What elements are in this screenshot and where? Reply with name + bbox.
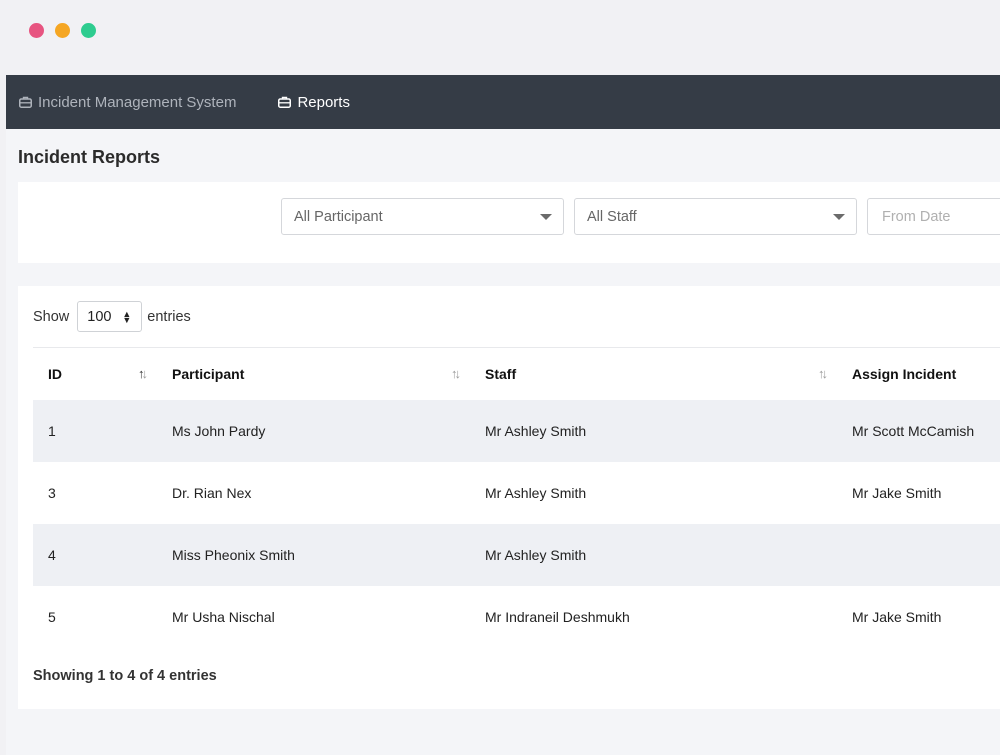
nav-brand-label: Incident Management System — [38, 93, 237, 111]
sort-arrows-icon: ↑↓ — [451, 366, 461, 381]
caret-down-icon — [833, 214, 845, 220]
column-header-staff[interactable]: Staff ↑↓ — [470, 348, 837, 400]
column-header-assign-incident[interactable]: Assign Incident — [837, 348, 1000, 400]
briefcase-icon — [278, 96, 292, 108]
app-window: Incident Management System Reports Incid… — [6, 75, 1000, 755]
cell-participant: Dr. Rian Nex — [172, 484, 252, 501]
cell-staff: Mr Ashley Smith — [485, 484, 587, 501]
table-row[interactable]: 5 Mr Usha Nischal Mr Indraneil Deshmukh … — [33, 586, 1000, 648]
filter-panel: All Participant All Staff — [18, 182, 1000, 263]
cell-participant: Mr Usha Nischal — [172, 608, 275, 625]
top-navbar: Incident Management System Reports — [6, 75, 1000, 129]
table-row[interactable]: 4 Miss Pheonix Smith Mr Ashley Smith — [33, 523, 1000, 586]
window-controls — [29, 23, 96, 38]
window-minimize-button[interactable] — [55, 23, 70, 38]
entries-per-page-select[interactable]: 100 ▲ ▼ — [77, 301, 143, 332]
cell-assign-incident — [837, 524, 1000, 586]
cell-staff: Mr Indraneil Deshmukh — [485, 608, 630, 625]
cell-assign-incident: Mr Jake Smith — [852, 484, 942, 501]
cell-id: 1 — [48, 422, 56, 439]
cell-participant: Ms John Pardy — [172, 422, 266, 439]
cell-assign-incident: Mr Scott McCamish — [852, 422, 975, 439]
reports-table-panel: Show 100 ▲ ▼ entries ID ↑↓ Participant ↑… — [18, 286, 1000, 709]
table-row[interactable]: 1 Ms John Pardy Mr Ashley Smith Mr Scott… — [33, 399, 1000, 462]
sort-arrows-icon: ↑↓ — [138, 366, 148, 381]
participant-filter-value: All Participant — [294, 208, 383, 225]
staff-filter-select[interactable]: All Staff — [574, 198, 857, 235]
column-header-label: Participant — [172, 365, 245, 382]
page-title: Incident Reports — [18, 147, 161, 167]
column-header-label: Staff — [485, 365, 517, 382]
participant-filter-select[interactable]: All Participant — [281, 198, 564, 235]
from-date-input[interactable] — [867, 198, 1000, 235]
staff-filter-value: All Staff — [587, 208, 637, 225]
cell-assign-incident: Mr Jake Smith — [852, 608, 942, 625]
entries-per-page-value: 100 — [87, 308, 112, 325]
briefcase-icon — [19, 96, 32, 108]
column-header-label: Assign Incident — [852, 365, 957, 382]
entries-length-control: Show 100 ▲ ▼ entries — [33, 301, 191, 332]
nav-item-reports-label: Reports — [297, 93, 350, 111]
cell-staff: Mr Ashley Smith — [485, 422, 587, 439]
nav-brand[interactable]: Incident Management System — [19, 94, 236, 111]
table-header-row: ID ↑↓ Participant ↑↓ Staff ↑↓ Assign Inc… — [33, 347, 1000, 400]
sort-arrows-icon: ↑↓ — [818, 366, 828, 381]
table-info-text: Showing 1 to 4 of 4 entries — [33, 668, 217, 684]
cell-staff: Mr Ashley Smith — [485, 546, 587, 563]
cell-participant: Miss Pheonix Smith — [172, 546, 295, 563]
cell-id: 5 — [48, 608, 56, 625]
table-row[interactable]: 3 Dr. Rian Nex Mr Ashley Smith Mr Jake S… — [33, 462, 1000, 524]
cell-id: 4 — [48, 546, 56, 563]
entries-label: entries — [147, 308, 191, 325]
window-maximize-button[interactable] — [81, 23, 96, 38]
window-close-button[interactable] — [29, 23, 44, 38]
caret-down-icon — [540, 214, 552, 220]
up-down-arrows-icon: ▲ ▼ — [122, 309, 132, 325]
column-header-participant[interactable]: Participant ↑↓ — [157, 348, 470, 400]
nav-item-reports[interactable]: Reports — [278, 94, 350, 111]
reports-table: ID ↑↓ Participant ↑↓ Staff ↑↓ Assign Inc… — [33, 347, 1000, 648]
column-header-id[interactable]: ID ↑↓ — [33, 348, 157, 400]
column-header-label: ID — [48, 365, 62, 382]
cell-id: 3 — [48, 484, 56, 501]
show-label: Show — [33, 308, 70, 325]
